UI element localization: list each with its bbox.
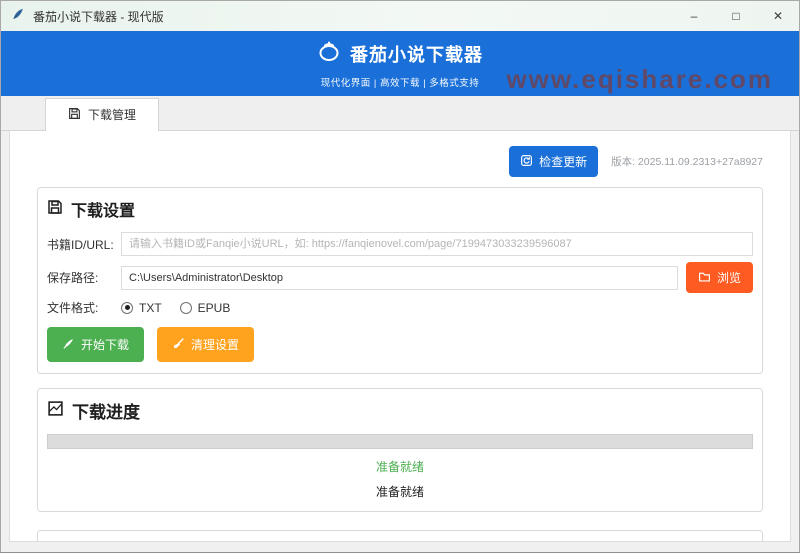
radio-txt-label: TXT	[139, 300, 162, 315]
check-update-label: 检查更新	[539, 155, 588, 169]
notepad-icon	[47, 542, 64, 543]
close-button[interactable]: ✕	[757, 1, 799, 31]
book-id-label: 书籍ID/URL:	[47, 237, 114, 252]
check-update-button[interactable]: 检查更新	[509, 146, 599, 177]
settings-title: 下载设置	[71, 203, 136, 220]
save-path-row: 保存路径: 浏览	[47, 262, 753, 293]
book-id-input[interactable]	[121, 232, 753, 256]
tab-label: 下载管理	[88, 108, 137, 122]
action-buttons-row: 开始下载 清理设置	[47, 327, 753, 362]
watermark-text: www.eqishare.com	[506, 64, 773, 94]
maximize-button[interactable]: □	[715, 1, 757, 31]
version-text: 版本: 2025.11.09.2313+27a8927	[611, 156, 763, 168]
save-icon	[47, 199, 63, 220]
download-progress-group: 下载进度 准备就绪 准备就绪	[37, 388, 763, 512]
status-text-secondary: 准备就绪	[375, 485, 424, 499]
refresh-box-icon	[520, 154, 533, 170]
folder-icon	[698, 270, 711, 286]
progress-title: 下载进度	[72, 403, 140, 422]
start-download-label: 开始下载	[81, 338, 130, 352]
feather-icon	[11, 7, 25, 26]
status-text-primary: 准备就绪	[375, 460, 424, 474]
radio-epub[interactable]	[179, 301, 192, 314]
titlebar: 番茄小说下载器 - 现代版 – □ ✕	[1, 1, 799, 31]
window-title: 番茄小说下载器 - 现代版	[33, 9, 164, 24]
clear-settings-label: 清理设置	[191, 338, 240, 352]
radio-option-txt[interactable]: TXT	[121, 301, 162, 315]
app-title: 番茄小说下载器	[350, 44, 483, 65]
radio-epub-label: EPUB	[197, 300, 231, 315]
save-path-label: 保存路径:	[47, 271, 99, 285]
rocket-icon	[62, 337, 75, 353]
clear-settings-button[interactable]: 清理设置	[157, 327, 255, 362]
save-icon	[68, 107, 81, 123]
start-download-button[interactable]: 开始下载	[47, 327, 145, 362]
download-log-group: 下载日志 [21:29:28] ☑ 界面组件初始化完成！耗时: 0.12秒 [2…	[37, 530, 763, 543]
file-format-row: 文件格式: TXT EPUB	[47, 299, 753, 316]
radio-txt[interactable]	[121, 301, 133, 314]
file-format-label: 文件格式:	[47, 301, 99, 315]
download-settings-group: 下载设置 书籍ID/URL: 保存路径: 浏览	[37, 187, 763, 374]
toolbar-row: 检查更新 版本: 2025.11.09.2313+27a8927	[10, 131, 790, 181]
save-path-input[interactable]	[121, 265, 678, 290]
chart-icon	[47, 400, 64, 422]
book-id-row: 书籍ID/URL:	[47, 232, 753, 256]
log-title: 下载日志	[72, 540, 140, 541]
browse-button[interactable]: 浏览	[685, 262, 753, 293]
tab-download-manager[interactable]: 下载管理	[45, 98, 160, 131]
window-controls: – □ ✕	[673, 1, 799, 31]
radio-option-epub[interactable]: EPUB	[179, 300, 231, 315]
brush-icon	[172, 337, 185, 353]
main-content: 检查更新 版本: 2025.11.09.2313+27a8927 下载设置 书籍…	[9, 131, 791, 542]
progress-bar	[47, 434, 753, 449]
app-header: 番茄小说下载器 现代化界面 | 高效下载 | 多格式支持 www.eqishar…	[1, 31, 799, 96]
tab-bar: 下载管理	[1, 96, 799, 131]
minimize-button[interactable]: –	[673, 1, 715, 31]
app-subtitle: 现代化界面 | 高效下载 | 多格式支持	[320, 78, 480, 89]
tomato-icon	[317, 39, 341, 68]
browse-label: 浏览	[716, 271, 741, 285]
app-window: 番茄小说下载器 - 现代版 – □ ✕ 番茄小说下载器 现代化界面 | 高效下载…	[0, 0, 800, 553]
format-radio-group: TXT EPUB	[121, 301, 248, 315]
